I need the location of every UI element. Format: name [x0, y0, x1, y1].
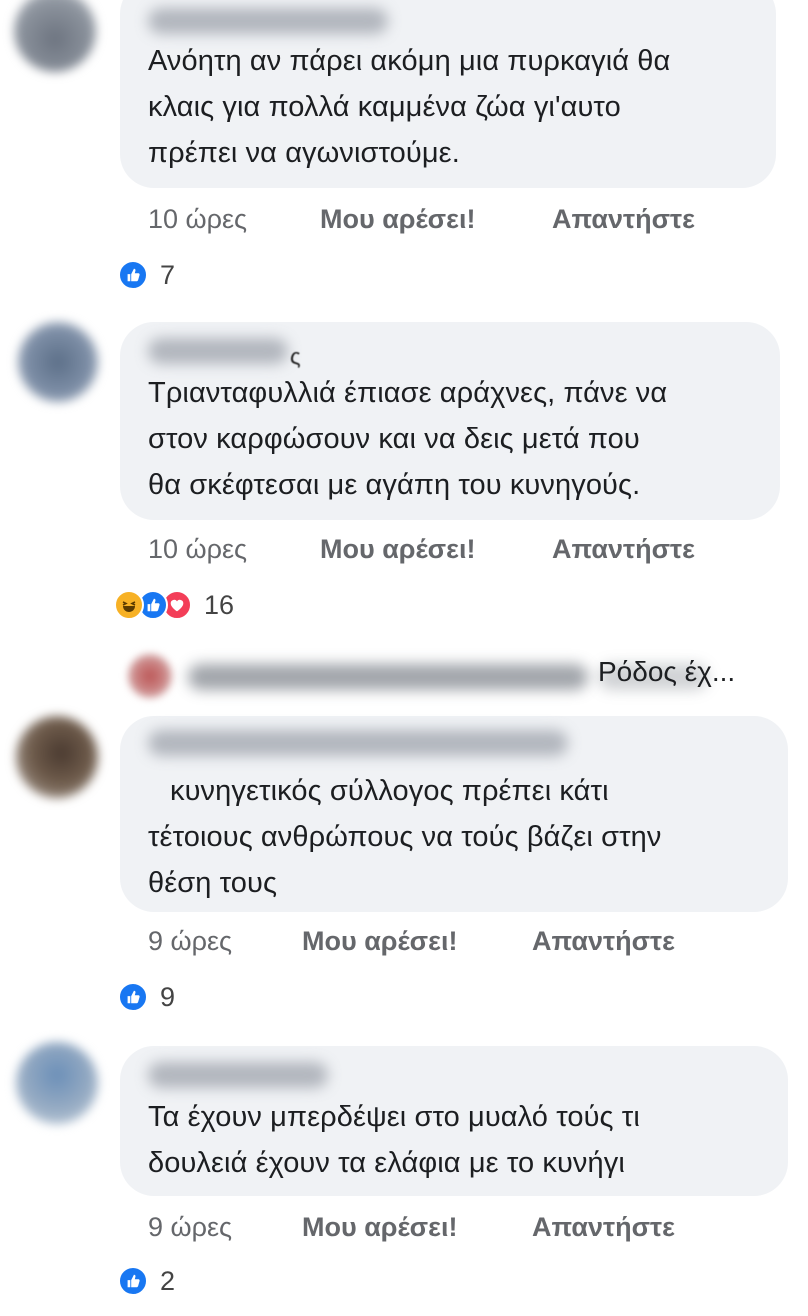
like-icon — [118, 1266, 148, 1296]
comment-line: Ανόητη αν πάρει ακόμη μια πυρκαγιά θα — [148, 45, 671, 77]
comment-line: Τα έχουν μπερδέψει στο μυαλό τούς τι — [148, 1101, 640, 1133]
reaction-count: 7 — [160, 259, 176, 290]
comment-line: δουλειά έχουν τα ελάφια με το κυνήγι — [148, 1147, 625, 1179]
comment-actions: 10 ώρες Μου αρέσει! Απαντήστε — [0, 534, 808, 574]
like-button[interactable]: Μου αρέσει! — [302, 1212, 457, 1243]
comment-text: Τα έχουν μπερδέψει στο μυαλό τούς τι δου… — [148, 1094, 640, 1186]
like-button[interactable]: Μου αρέσει! — [320, 534, 475, 565]
commenter-avatar[interactable] — [16, 1042, 98, 1124]
reply-avatar — [128, 654, 172, 698]
reaction-count: 16 — [204, 589, 235, 620]
comment-timestamp[interactable]: 10 ώρες — [148, 534, 247, 565]
comment-text: Τριανταφυλλιά έπιασε αράχνες, πάνε να στ… — [148, 370, 667, 508]
reaction-count: 2 — [160, 1265, 176, 1296]
comment-timestamp[interactable]: 10 ώρες — [148, 204, 247, 235]
author-name-tail: ς — [290, 344, 301, 369]
reply-preview-text: Ρόδος έχ... — [598, 656, 736, 687]
reply-button[interactable]: Απαντήστε — [552, 204, 695, 235]
reply-button[interactable]: Απαντήστε — [532, 1212, 675, 1243]
like-icon — [118, 982, 148, 1012]
comment-actions: 10 ώρες Μου αρέσει! Απαντήστε — [0, 204, 808, 244]
comment-text-continued: τέτοιους ανθρώπους να τούς βάζει στην θέ… — [148, 814, 662, 906]
reaction-summary[interactable]: 7 — [118, 258, 175, 292]
reply-button[interactable]: Απαντήστε — [532, 926, 675, 957]
comment-text: κυνηγετικός σύλλογος πρέπει κάτι — [170, 768, 609, 814]
author-name-blurred[interactable] — [148, 730, 568, 756]
reaction-summary[interactable]: 9 — [118, 980, 175, 1014]
comment-actions: 9 ώρες Μου αρέσει! Απαντήστε — [0, 926, 808, 966]
comment-line: τέτοιους ανθρώπους να τούς βάζει στην — [148, 821, 662, 853]
commenter-avatar[interactable] — [18, 322, 98, 402]
commenter-avatar[interactable] — [16, 716, 98, 798]
comment-line: πρέπει να αγωνιστούμε. — [148, 137, 460, 169]
commenter-avatar[interactable] — [14, 0, 96, 72]
reaction-summary[interactable]: 16 — [114, 588, 234, 622]
comment-actions: 9 ώρες Μου αρέσει! Απαντήστε — [0, 1212, 808, 1252]
comment-line: κλαις για πολλά καμμένα ζώα γι'αυτο — [148, 91, 621, 123]
comment-line: στον καρφώσουν και να δεις μετά που — [148, 423, 640, 455]
author-name-blurred[interactable] — [148, 1062, 328, 1088]
comment-text: Ανόητη αν πάρει ακόμη μια πυρκαγιά θα κλ… — [148, 38, 670, 176]
reaction-count: 9 — [160, 981, 176, 1012]
author-name-blurred[interactable] — [148, 8, 388, 34]
comment-timestamp[interactable]: 9 ώρες — [148, 926, 232, 957]
reply-button[interactable]: Απαντήστε — [552, 534, 695, 565]
like-button[interactable]: Μου αρέσει! — [320, 204, 475, 235]
like-icon — [118, 260, 148, 290]
author-name-blurred[interactable] — [148, 338, 288, 364]
comment-timestamp[interactable]: 9 ώρες — [148, 1212, 232, 1243]
reply-preview[interactable]: Ρόδος έχ... — [128, 652, 788, 702]
comment-line: θέση τους — [148, 867, 278, 899]
comment-line: Τριανταφυλλιά έπιασε αράχνες, πάνε να — [148, 377, 668, 409]
like-button[interactable]: Μου αρέσει! — [302, 926, 457, 957]
reaction-summary[interactable]: 2 — [118, 1264, 175, 1298]
comment-line: κυνηγετικός σύλλογος πρέπει κάτι — [170, 775, 609, 807]
haha-icon — [114, 590, 144, 620]
comment-line: θα σκέφτεσαι με αγάπη του κυνηγούς. — [148, 469, 641, 501]
reply-author-blurred — [188, 664, 588, 690]
